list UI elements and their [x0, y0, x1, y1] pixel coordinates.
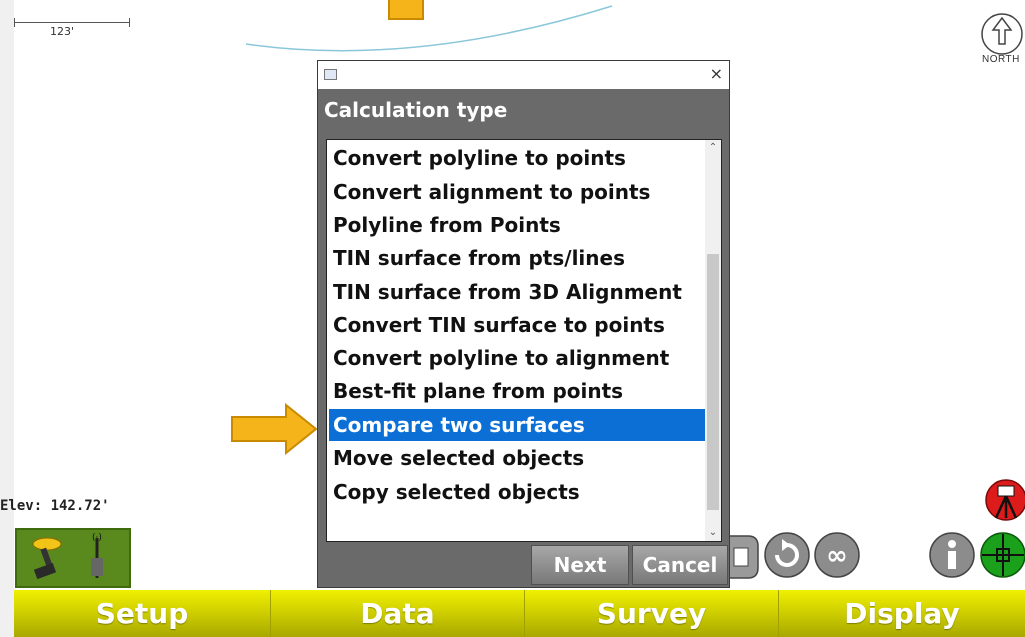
setup-button[interactable]: Setup [14, 590, 270, 637]
scale-label: 123' [50, 25, 75, 38]
gps-receiver-icon: (·) [32, 533, 103, 580]
dialog-titlebar[interactable]: × [318, 61, 729, 89]
left-margin [0, 0, 14, 637]
list-item[interactable]: Convert TIN surface to points [329, 309, 705, 341]
next-button[interactable]: Next [531, 545, 629, 585]
svg-text:(·): (·) [92, 533, 102, 543]
close-icon[interactable]: × [710, 64, 723, 83]
annotation-marker [388, 0, 424, 20]
list-scrollbar[interactable]: ⌃ ⌄ [705, 140, 721, 541]
list-item[interactable]: TIN surface from pts/lines [329, 242, 705, 274]
cancel-button[interactable]: Cancel [632, 545, 728, 585]
list-item-selected[interactable]: Compare two surfaces [329, 409, 705, 441]
gps-status-button[interactable]: (·) [15, 528, 131, 588]
dialog-heading: Calculation type [324, 98, 508, 122]
display-button[interactable]: Display [779, 590, 1025, 637]
square-tool-icon[interactable] [730, 530, 760, 584]
list-item[interactable]: Move selected objects [329, 442, 705, 474]
list-item[interactable]: Best-fit plane from points [329, 375, 705, 407]
infinity-icon[interactable]: ∞ [812, 530, 862, 580]
scroll-thumb[interactable] [707, 254, 719, 510]
bottom-nav: Setup Data Survey Display [14, 590, 1025, 637]
data-button[interactable]: Data [271, 590, 524, 637]
info-icon[interactable] [927, 530, 977, 580]
survey-button[interactable]: Survey [525, 590, 778, 637]
scroll-down-icon[interactable]: ⌄ [705, 525, 721, 541]
tripod-icon[interactable] [982, 478, 1025, 526]
svg-text:∞: ∞ [826, 541, 848, 571]
list-item[interactable]: Convert alignment to points [329, 176, 705, 208]
list-item[interactable]: Copy selected objects [329, 476, 705, 508]
elevation-readout: Elev: 142.72' [0, 498, 110, 514]
list-item[interactable]: Convert polyline to alignment [329, 342, 705, 374]
list-item[interactable]: Convert polyline to points [329, 142, 705, 174]
north-label: NORTH [982, 54, 1020, 65]
callout-arrow-icon [231, 403, 318, 455]
list-item[interactable]: TIN surface from 3D Alignment [329, 276, 705, 308]
rotate-icon[interactable] [762, 530, 812, 580]
calculation-type-dialog: × Calculation type Convert polyline to p… [317, 60, 730, 588]
list-item[interactable]: Polyline from Points [329, 209, 705, 241]
crosshair-icon[interactable] [978, 530, 1025, 580]
window-icon [324, 69, 337, 80]
calculation-type-list[interactable]: Convert polyline to points Convert align… [326, 139, 722, 542]
scroll-up-icon[interactable]: ⌃ [705, 140, 721, 156]
